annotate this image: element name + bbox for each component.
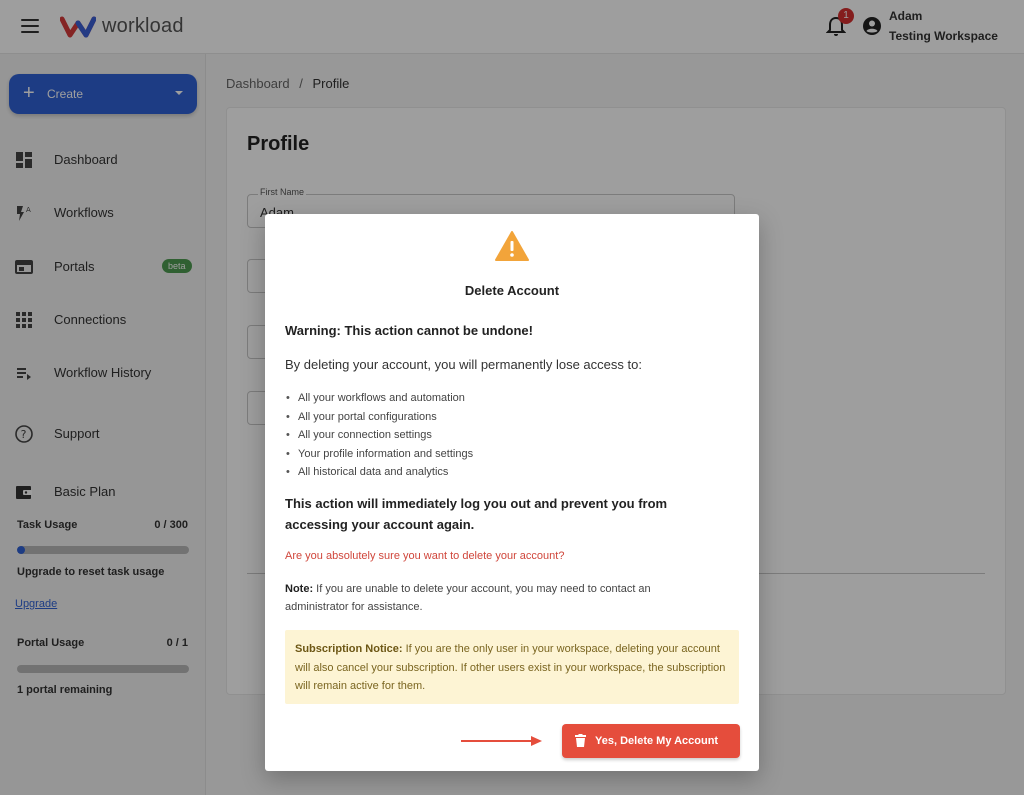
list-item: All your workflows and automation	[285, 389, 473, 408]
confirm-question: Are you absolutely sure you want to dele…	[285, 550, 565, 562]
list-item: Your profile information and settings	[285, 445, 473, 464]
trash-icon	[575, 734, 586, 747]
logout-warning: This action will immediately log you out…	[285, 496, 668, 532]
delete-account-dialog: Delete Account Warning: This action cann…	[265, 214, 759, 771]
confirm-delete-button[interactable]: Yes, Delete My Account	[562, 724, 740, 758]
dialog-title: Delete Account	[464, 283, 560, 298]
warning-text: Warning: This action cannot be undone!	[285, 323, 533, 338]
loss-list: All your workflows and automation All yo…	[285, 389, 473, 482]
list-item: All your portal configurations	[285, 408, 473, 427]
list-item: All your connection settings	[285, 426, 473, 445]
warning-icon	[495, 231, 529, 261]
list-item: All historical data and analytics	[285, 463, 473, 482]
subscription-notice: Subscription Notice: If you are the only…	[285, 630, 739, 704]
arrow-right-icon	[461, 736, 542, 746]
admin-note: Note: If you are unable to delete your a…	[285, 583, 651, 613]
lead-text: By deleting your account, you will perma…	[285, 357, 642, 372]
